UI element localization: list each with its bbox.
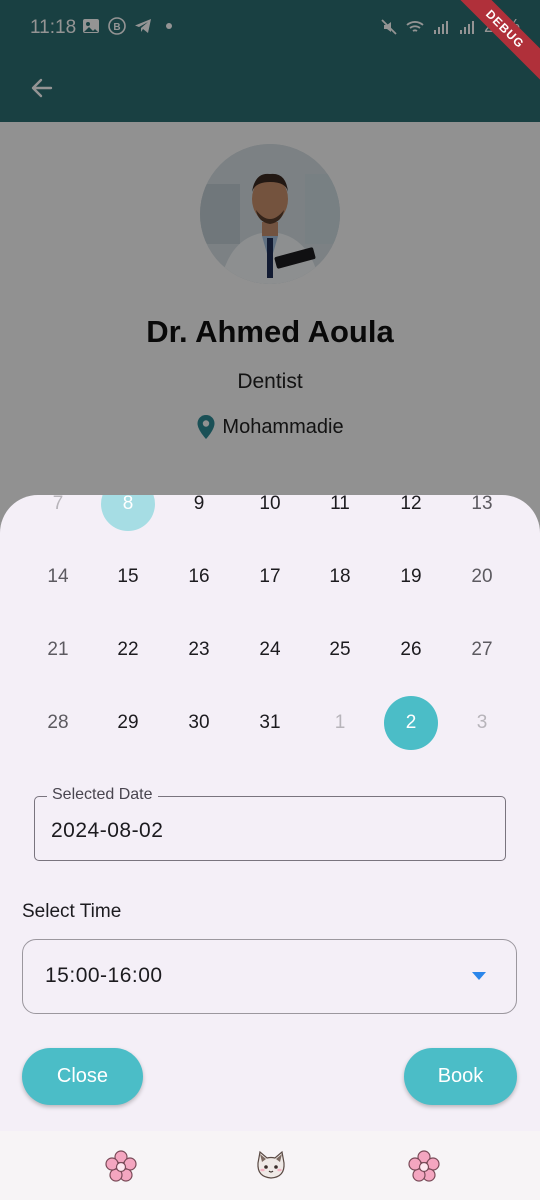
calendar-day-selected[interactable]: 2 (384, 696, 438, 750)
calendar-week-row: 21 22 23 24 25 26 27 (22, 623, 518, 675)
calendar-day[interactable]: 16 (172, 550, 226, 604)
calendar-day[interactable]: 20 (455, 550, 509, 604)
calendar-day[interactable]: 11 (313, 495, 367, 531)
selected-date-value: 2024-08-02 (51, 819, 164, 842)
calendar-day[interactable]: 9 (172, 495, 226, 531)
selected-date-field[interactable]: Selected Date 2024-08-02 (34, 786, 506, 861)
close-button[interactable]: Close (22, 1048, 143, 1105)
calendar-day-today[interactable]: 8 (101, 495, 155, 531)
calendar-day[interactable]: 19 (384, 550, 438, 604)
calendar-day[interactable]: 17 (243, 550, 297, 604)
booking-sheet: 7 8 9 10 11 12 13 14 15 16 17 18 19 20 21 22 23 24 25 26 27 2… (0, 495, 540, 1131)
flower-icon[interactable] (407, 1149, 441, 1183)
calendar-day[interactable]: 23 (172, 623, 226, 677)
calendar-day: 7 (52, 495, 64, 514)
cat-icon[interactable] (254, 1149, 288, 1183)
calendar-day[interactable]: 25 (313, 623, 367, 677)
calendar-day[interactable]: 22 (101, 623, 155, 677)
calendar-day[interactable]: 21 (31, 623, 85, 677)
calendar-day[interactable]: 26 (384, 623, 438, 677)
book-button[interactable]: Book (404, 1048, 517, 1105)
calendar-week-row: 14 15 16 17 18 19 20 (22, 550, 518, 602)
select-time-label: Select Time (22, 901, 122, 922)
calendar-day[interactable]: 10 (243, 495, 297, 531)
selected-date-label: Selected Date (47, 786, 158, 804)
calendar-day[interactable]: 18 (313, 550, 367, 604)
calendar-day[interactable]: 13 (455, 495, 509, 531)
calendar-day[interactable]: 29 (101, 696, 155, 750)
calendar-day[interactable]: 27 (455, 623, 509, 677)
flower-icon[interactable] (104, 1149, 138, 1183)
dropdown-arrow-icon (472, 972, 486, 980)
calendar-day[interactable]: 14 (31, 550, 85, 604)
bottom-nav (0, 1131, 540, 1200)
calendar-day[interactable]: 15 (101, 550, 155, 604)
calendar-day: 1 (334, 712, 346, 733)
calendar-day[interactable]: 12 (384, 495, 438, 531)
calendar-day[interactable]: 24 (243, 623, 297, 677)
calendar-week-row: 7 8 9 10 11 12 13 (22, 495, 518, 531)
calendar-day: 3 (476, 712, 488, 733)
calendar-week-row: 28 29 30 31 1 2 3 (22, 696, 518, 750)
calendar-day[interactable]: 28 (31, 696, 85, 750)
calendar-day[interactable]: 31 (243, 696, 297, 750)
calendar-day[interactable]: 30 (172, 696, 226, 750)
time-dropdown-value: 15:00-16:00 (45, 964, 163, 987)
time-dropdown[interactable]: 15:00-16:00 (22, 939, 517, 1014)
